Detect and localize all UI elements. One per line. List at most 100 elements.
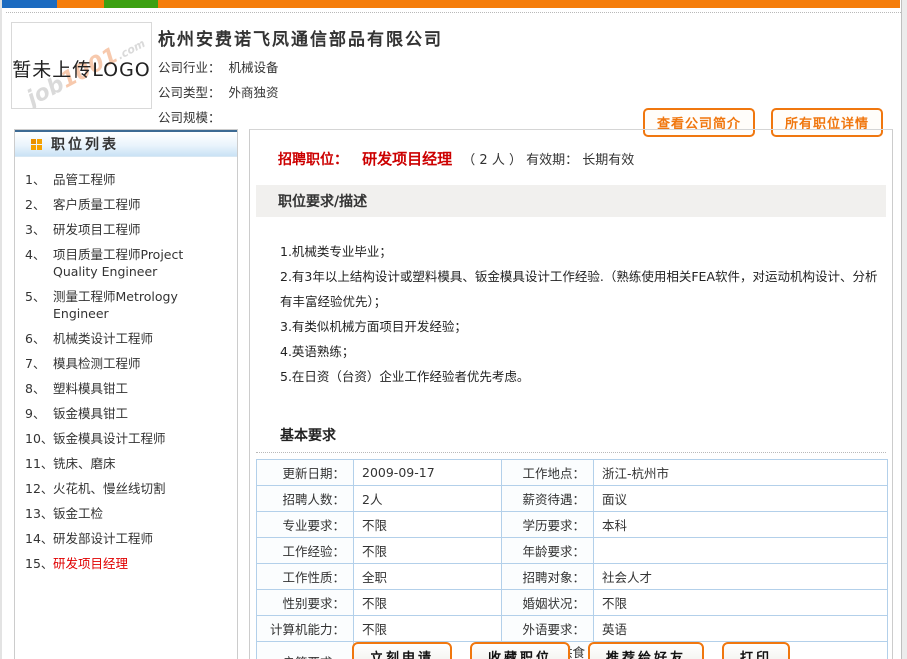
job-list-title: 职位列表	[51, 134, 119, 154]
job-list-item-6[interactable]: 6、机械类设计工程师	[25, 326, 231, 351]
job-detail-page: job1001.com 暂未上传LOGO 杭州安费诺飞凤通信部品有限公司 公司行…	[0, 0, 907, 659]
job-list-item-15-active[interactable]: 15、研发项目经理	[25, 551, 231, 576]
apply-now-button[interactable]: 立刻申请	[352, 642, 452, 659]
item-number: 3、	[25, 221, 53, 238]
work-location-value: 浙江-杭州市	[594, 460, 888, 486]
item-number: 14、	[25, 530, 53, 547]
desc-line: 2.有3年以上结构设计或塑料模具、钣金模具设计工作经验.（熟练使用相关FEA软件…	[280, 264, 878, 314]
computer-skill-label: 计算机能力：	[257, 616, 354, 642]
topbar-green-segment	[104, 0, 158, 8]
job-list-sidebar: 职位列表 1、品管工程师 2、客户质量工程师 3、研发项目工程师 4、项目质量工…	[14, 129, 238, 659]
job-list-header: 职位列表	[15, 130, 237, 157]
item-number: 8、	[25, 380, 53, 397]
table-row: 专业要求： 不限 学历要求： 本科	[257, 512, 888, 538]
item-label: 品管工程师	[53, 171, 116, 188]
print-button[interactable]: 打印	[722, 642, 790, 659]
topbar-orange-segment-long	[158, 0, 900, 8]
desc-line: 5.在日资（台资）企业工作经验者优先考虑。	[280, 364, 878, 389]
job-list-item-11[interactable]: 11、铣床、磨床	[25, 451, 231, 476]
major-value: 不限	[354, 512, 502, 538]
no-logo-text: 暂未上传LOGO	[12, 55, 151, 82]
gender-value: 不限	[354, 590, 502, 616]
computer-skill-value: 不限	[354, 616, 502, 642]
experience-value: 不限	[354, 538, 502, 564]
job-detail-panel: 招聘职位： 研发项目经理 （ 2 人 ） 有效期： 长期有效 职位要求/描述 1…	[249, 129, 893, 659]
item-label: 客户质量工程师	[53, 196, 141, 213]
item-number: 11、	[25, 455, 53, 472]
job-list-item-2[interactable]: 2、客户质量工程师	[25, 192, 231, 217]
job-list-item-9[interactable]: 9、钣金模具钳工	[25, 401, 231, 426]
desc-line: 1.机械类专业毕业；	[280, 239, 878, 264]
top-color-bar	[2, 0, 900, 8]
job-list-item-5[interactable]: 5、测量工程师Metrology Engineer	[25, 284, 231, 326]
job-description-body: 1.机械类专业毕业； 2.有3年以上结构设计或塑料模具、钣金模具设计工作经验.（…	[254, 217, 888, 399]
item-label: 机械类设计工程师	[53, 330, 153, 347]
item-label: 研发项目经理	[53, 555, 128, 572]
table-row: 招聘人数： 2人 薪资待遇： 面议	[257, 486, 888, 512]
headcount-value: 2人	[354, 486, 502, 512]
favorite-job-button[interactable]: 收藏职位	[470, 642, 570, 659]
grid-squares-icon	[31, 139, 42, 150]
job-description-header: 职位要求/描述	[256, 185, 886, 217]
item-number: 12、	[25, 480, 53, 497]
headcount: （ 2 人 ）	[462, 153, 522, 168]
job-type-label: 工作性质：	[257, 564, 354, 590]
item-number: 1、	[25, 171, 53, 188]
type-label: 公司类型：	[158, 85, 221, 100]
item-number: 10、	[25, 430, 53, 447]
basic-requirements-table: 更新日期： 2009-09-17 工作地点： 浙江-杭州市 招聘人数： 2人 薪…	[256, 459, 888, 659]
industry-value: 机械设备	[229, 60, 279, 75]
experience-label: 工作经验：	[257, 538, 354, 564]
topbar-blue-segment	[2, 0, 57, 8]
item-number: 5、	[25, 288, 53, 322]
job-list-item-4[interactable]: 4、项目质量工程师Project Quality Engineer	[25, 242, 231, 284]
table-row: 工作性质： 全职 招聘对象： 社会人才	[257, 564, 888, 590]
company-name: 杭州安费诺飞凤通信部品有限公司	[158, 25, 443, 50]
item-number: 9、	[25, 405, 53, 422]
job-list-item-14[interactable]: 14、研发部设计工程师	[25, 526, 231, 551]
item-label: 火花机、慢丝线切割	[53, 480, 166, 497]
gender-label: 性别要求：	[257, 590, 354, 616]
job-list-item-10[interactable]: 10、钣金模具设计工程师	[25, 426, 231, 451]
update-date-value: 2009-09-17	[354, 460, 502, 486]
item-label: 模具检测工程师	[53, 355, 141, 372]
company-fields: 公司行业：机械设备 公司类型：外商独资 公司规模：	[158, 55, 279, 130]
target-label: 招聘对象：	[502, 564, 594, 590]
item-label: 测量工程师Metrology Engineer	[53, 288, 231, 322]
item-label: 铣床、磨床	[53, 455, 116, 472]
salary-label: 薪资待遇：	[502, 486, 594, 512]
recruit-position-label: 招聘职位：	[278, 152, 348, 168]
item-number: 7、	[25, 355, 53, 372]
headcount-label: 招聘人数：	[257, 486, 354, 512]
table-row: 工作经验： 不限 年龄要求：	[257, 538, 888, 564]
job-list-item-8[interactable]: 8、塑料模具钳工	[25, 376, 231, 401]
item-label: 钣金模具设计工程师	[53, 430, 166, 447]
job-list-item-12[interactable]: 12、火花机、慢丝线切割	[25, 476, 231, 501]
validity: 有效期： 长期有效	[526, 153, 634, 168]
item-label: 塑料模具钳工	[53, 380, 128, 397]
size-label: 公司规模：	[158, 110, 221, 125]
target-value: 社会人才	[594, 564, 888, 590]
recommend-to-friend-button[interactable]: 推荐给好友	[588, 642, 704, 659]
item-number: 6、	[25, 330, 53, 347]
company-type-row: 公司类型：外商独资	[158, 80, 279, 105]
item-label: 钣金工检	[53, 505, 103, 522]
age-label: 年龄要求：	[502, 538, 594, 564]
item-number: 13、	[25, 505, 53, 522]
content-area: 职位列表 1、品管工程师 2、客户质量工程师 3、研发项目工程师 4、项目质量工…	[14, 129, 893, 659]
job-list-item-1[interactable]: 1、品管工程师	[25, 167, 231, 192]
job-list-item-3[interactable]: 3、研发项目工程师	[25, 217, 231, 242]
item-label: 钣金模具钳工	[53, 405, 128, 422]
item-number: 2、	[25, 196, 53, 213]
job-list: 1、品管工程师 2、客户质量工程师 3、研发项目工程师 4、项目质量工程师Pro…	[15, 157, 237, 584]
major-label: 专业要求：	[257, 512, 354, 538]
page-right-edge	[901, 0, 907, 659]
job-title: 研发项目经理	[362, 150, 452, 168]
company-industry-row: 公司行业：机械设备	[158, 55, 279, 80]
job-head-line: 招聘职位： 研发项目经理 （ 2 人 ） 有效期： 长期有效	[254, 144, 888, 179]
marital-value: 不限	[594, 590, 888, 616]
topbar-orange-segment	[57, 0, 104, 8]
desc-line: 4.英语熟练；	[280, 339, 878, 364]
job-list-item-13[interactable]: 13、钣金工检	[25, 501, 231, 526]
job-list-item-7[interactable]: 7、模具检测工程师	[25, 351, 231, 376]
